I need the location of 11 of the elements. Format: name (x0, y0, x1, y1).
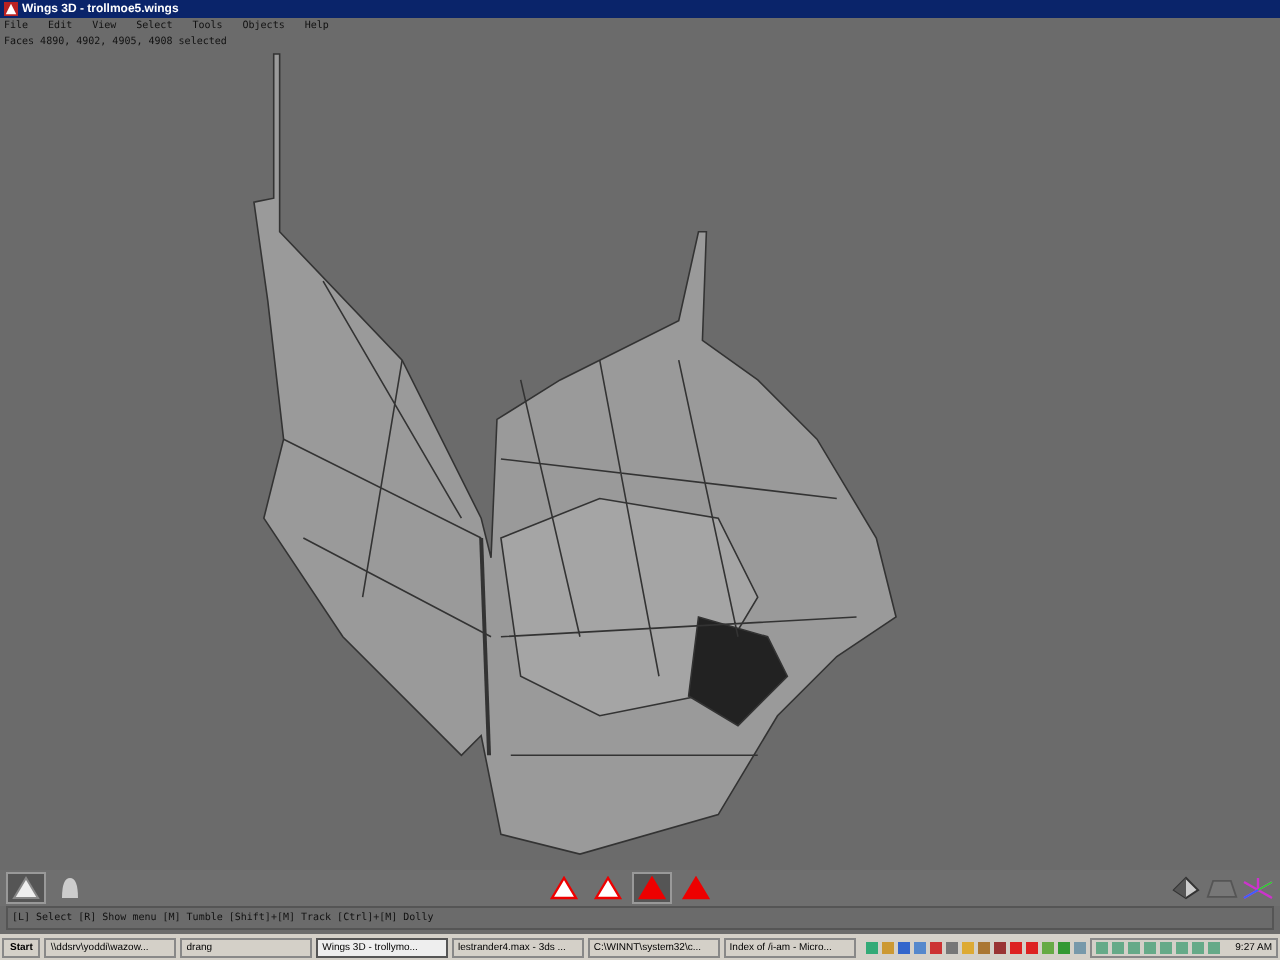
pyramid-icon[interactable] (1170, 876, 1202, 900)
app-icon (4, 2, 18, 16)
triangle-icon (682, 876, 710, 900)
dome-icon (56, 876, 84, 900)
triangle-icon (594, 876, 622, 900)
triangle-icon (12, 876, 40, 900)
selection-mode-button[interactable] (632, 872, 672, 904)
triangle-icon (638, 876, 666, 900)
triangle-icon (550, 876, 578, 900)
axes-icon[interactable] (1242, 876, 1274, 900)
shading-button[interactable] (6, 872, 46, 904)
